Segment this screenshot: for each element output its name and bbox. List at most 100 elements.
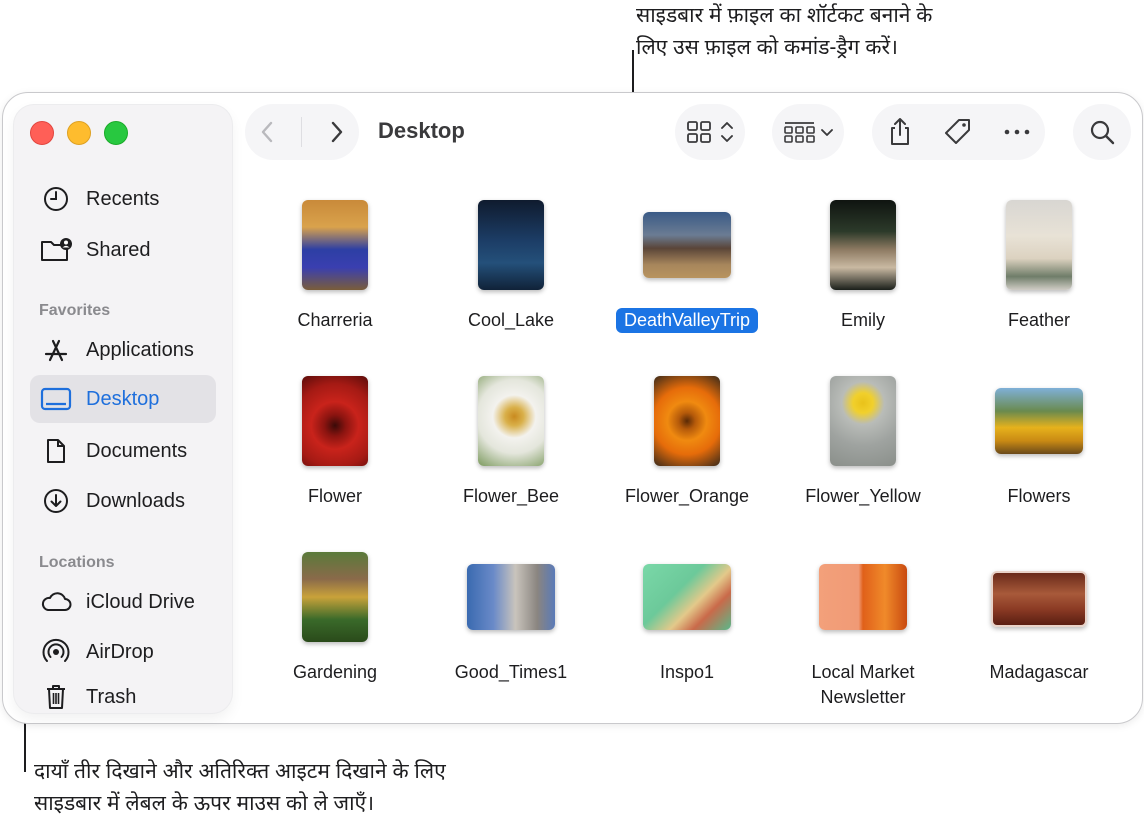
- file-name: Inspo1: [659, 662, 715, 682]
- chevron-right-icon: [331, 121, 343, 143]
- top-callout-line-1: साइडबार में फ़ाइल का शॉर्टकट बनाने के: [636, 4, 933, 27]
- file-name: Local Market Newsletter: [811, 662, 915, 707]
- file-item-feather[interactable]: Feather: [954, 200, 1124, 330]
- airdrop-icon: [38, 637, 74, 667]
- file-name: Flower_Orange: [624, 486, 750, 506]
- file-name: Good_Times1: [454, 662, 568, 682]
- file-item-flower-orange[interactable]: Flower_Orange: [602, 376, 772, 506]
- file-thumbnail: [643, 212, 731, 278]
- file-item-flower-bee[interactable]: Flower_Bee: [426, 376, 596, 506]
- file-item-madagascar[interactable]: Madagascar: [954, 552, 1124, 682]
- file-item-good-times1[interactable]: Good_Times1: [426, 552, 596, 682]
- file-name: Charreria: [297, 310, 373, 330]
- shared-folder-icon: [38, 235, 74, 265]
- file-thumbnail: [478, 376, 544, 466]
- file-item-local-market-newsletter[interactable]: Local Market Newsletter: [778, 552, 948, 707]
- file-thumbnail: [819, 564, 907, 630]
- search-icon: [1090, 120, 1115, 145]
- file-thumbnail: [478, 200, 544, 290]
- file-item-flowers[interactable]: Flowers: [954, 376, 1124, 506]
- sidebar-item-label: Trash: [86, 685, 137, 708]
- file-thumbnail: [467, 564, 555, 630]
- file-name: Madagascar: [989, 662, 1089, 682]
- bottom-callout: दायाँ तीर दिखाने और अतिरिक्त आइटम दिखाने…: [34, 756, 446, 820]
- file-thumbnail: [830, 200, 896, 290]
- locations-heading[interactable]: Locations: [39, 554, 115, 572]
- group-icon: [784, 122, 833, 143]
- search-button[interactable]: [1073, 104, 1131, 160]
- sidebar-item-label: Recents: [86, 187, 160, 210]
- sidebar-item-label: Desktop: [86, 387, 160, 410]
- file-thumbnail: [830, 376, 896, 466]
- download-icon: [38, 486, 74, 516]
- view-options-button[interactable]: [675, 104, 745, 160]
- file-thumbnail: [654, 376, 720, 466]
- file-name: Gardening: [292, 662, 378, 682]
- more-button[interactable]: [1003, 127, 1031, 137]
- sidebar-item-icloud-drive[interactable]: iCloud Drive: [30, 578, 216, 626]
- top-callout-line-2: लिए उस फ़ाइल को कमांड-ड्रैग करें।: [636, 36, 898, 59]
- icon-view-icon: [687, 121, 733, 143]
- sidebar-item-desktop[interactable]: Desktop: [30, 375, 216, 423]
- sidebar-item-label: Documents: [86, 439, 188, 462]
- window-title: Desktop: [378, 118, 465, 143]
- file-item-gardening[interactable]: Gardening: [250, 552, 420, 682]
- file-name: Emily: [841, 310, 885, 330]
- sidebar-item-applications[interactable]: Applications: [30, 326, 216, 374]
- sidebar-item-label: Downloads: [86, 489, 185, 512]
- file-item-inspo1[interactable]: Inspo1: [602, 552, 772, 682]
- group-button[interactable]: [772, 104, 844, 160]
- actions-pill: [872, 104, 1045, 160]
- desktop-icon: [38, 384, 74, 414]
- file-item-deathvalleytrip[interactable]: DeathValleyTrip: [602, 200, 772, 333]
- bottom-callout-line-1: दायाँ तीर दिखाने और अतिरिक्त आइटम दिखाने…: [34, 760, 446, 783]
- file-name: Feather: [1007, 310, 1071, 330]
- file-item-charreria[interactable]: Charreria: [250, 200, 420, 330]
- document-icon: [38, 436, 74, 466]
- favorites-heading: Favorites: [39, 302, 111, 319]
- file-name: Flower_Bee: [462, 486, 560, 506]
- file-thumbnail: [995, 388, 1083, 454]
- file-name: Flower: [307, 486, 362, 506]
- sidebar-item-shared[interactable]: Shared: [30, 226, 216, 274]
- tag-icon: [945, 119, 971, 144]
- back-button[interactable]: [257, 119, 277, 145]
- sidebar-item-recents[interactable]: Recents: [30, 175, 216, 223]
- sidebar-item-label: AirDrop: [86, 640, 154, 663]
- file-name: Flower_Yellow: [805, 486, 921, 506]
- top-callout: साइडबार में फ़ाइल का शॉर्टकट बनाने के लि…: [636, 0, 932, 64]
- file-item-flower[interactable]: Flower: [250, 376, 420, 506]
- file-thumbnail: [643, 564, 731, 630]
- file-thumbnail: [302, 200, 368, 290]
- clock-icon: [38, 184, 74, 214]
- file-item-flower-yellow[interactable]: Flower_Yellow: [778, 376, 948, 506]
- sidebar-item-downloads[interactable]: Downloads: [30, 477, 216, 525]
- nav-divider: [301, 117, 303, 147]
- file-thumbnail: [302, 552, 368, 642]
- trash-icon: [38, 682, 74, 712]
- file-thumbnail: [302, 376, 368, 466]
- tag-button[interactable]: [942, 116, 974, 148]
- bottom-callout-line-2: साइडबार में लेबल के ऊपर माउस को ले जाएँ।: [34, 792, 375, 815]
- sidebar-item-label: iCloud Drive: [86, 590, 195, 613]
- forward-button[interactable]: [327, 119, 347, 145]
- share-button[interactable]: [886, 116, 914, 148]
- applications-icon: [38, 335, 74, 365]
- close-button[interactable]: [30, 121, 54, 145]
- file-thumbnail: [991, 571, 1087, 627]
- zoom-button[interactable]: [104, 121, 128, 145]
- ellipsis-icon: [1004, 129, 1030, 135]
- share-icon: [891, 118, 910, 145]
- file-item-emily[interactable]: Emily: [778, 200, 948, 330]
- cloud-icon: [38, 587, 74, 617]
- sidebar-item-documents[interactable]: Documents: [30, 427, 216, 475]
- sidebar-item-label: Shared: [86, 238, 151, 261]
- file-thumbnail: [1006, 200, 1072, 290]
- sidebar-item-label: Applications: [86, 338, 194, 361]
- file-name: Cool_Lake: [467, 310, 555, 330]
- minimize-button[interactable]: [67, 121, 91, 145]
- file-name: Flowers: [1007, 486, 1071, 506]
- sidebar-item-trash[interactable]: Trash: [30, 679, 216, 715]
- sidebar-item-airdrop[interactable]: AirDrop: [30, 628, 216, 676]
- file-item-cool-lake[interactable]: Cool_Lake: [426, 200, 596, 330]
